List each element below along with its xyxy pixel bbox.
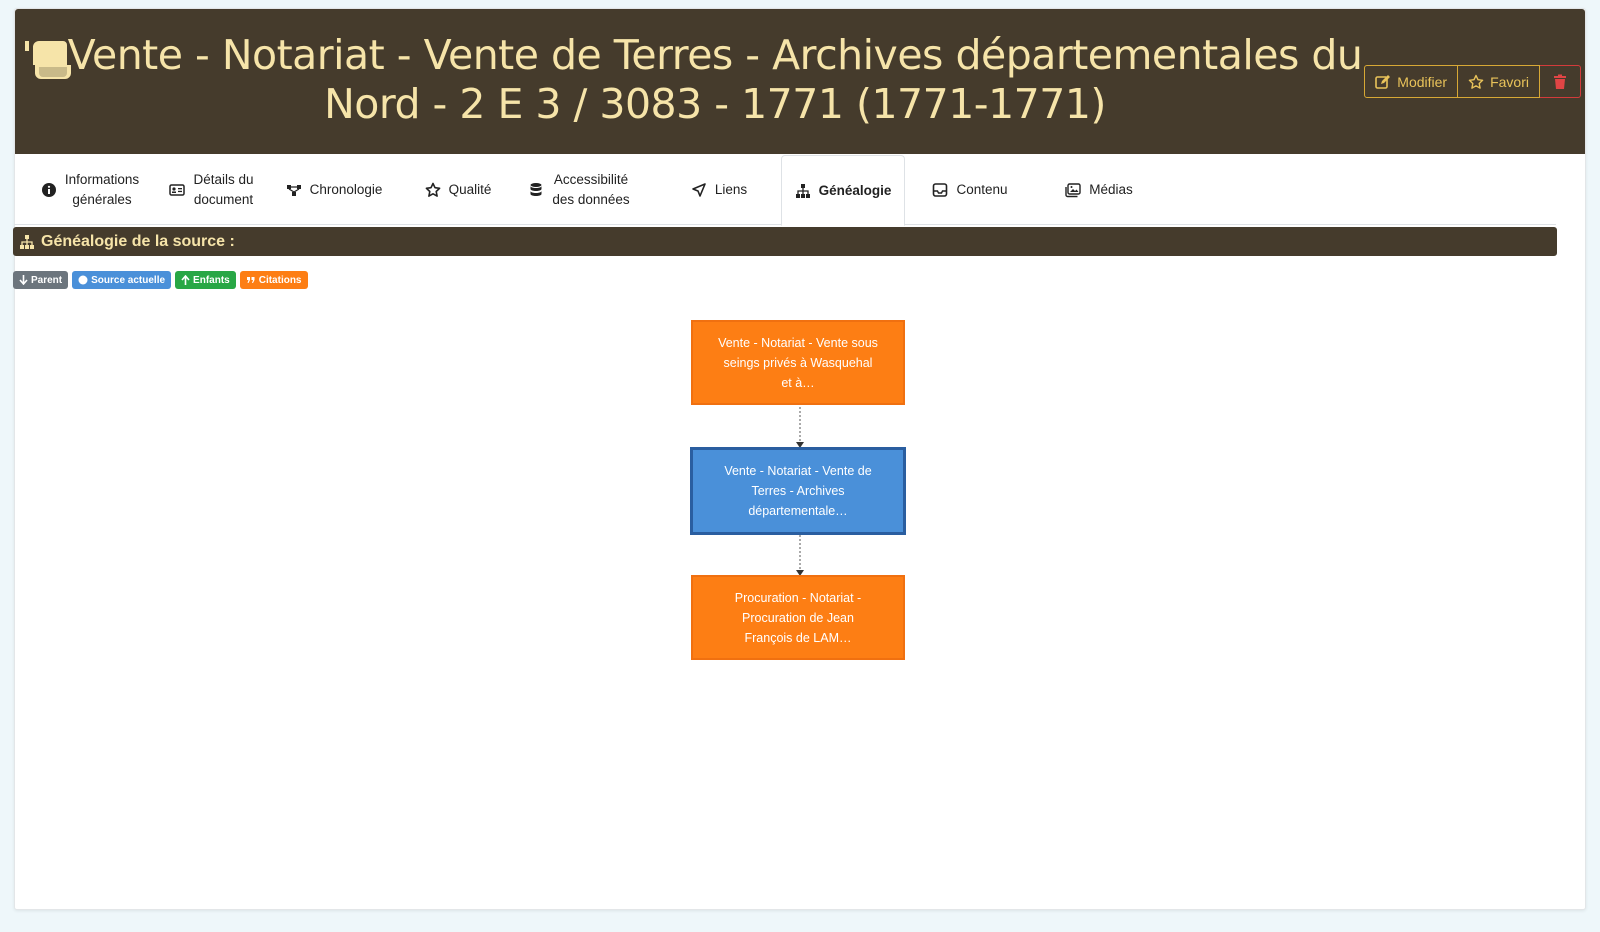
database-icon [530,183,542,196]
tab-label: Accessibilité des données [552,172,630,207]
legend-current-badge: Source actuelle [72,271,172,289]
arrow-up-icon [181,275,190,285]
tab-links[interactable]: Liens [664,155,774,225]
node-label: Procuration - Notariat - Procuration de … [734,590,862,645]
tab-chronology[interactable]: Chronologie [274,155,394,225]
trash-icon [1554,74,1566,89]
edit-button-label: Modifier [1397,73,1448,90]
circle-icon [78,275,88,285]
sitemap-icon [795,183,810,198]
legend-label: Citations [258,274,302,286]
section-title: Généalogie de la source : [41,232,235,250]
star-icon [425,182,441,197]
page-title: Vente - Notariat - Vente de Terres - Arc… [67,31,1363,128]
legend-label: Parent [31,274,63,286]
edit-icon [1375,74,1391,89]
timeline-icon [286,185,301,196]
header-actions: Modifier Favori [1364,65,1581,98]
location-arrow-icon [692,183,706,197]
star-icon [1468,74,1484,89]
edit-button[interactable]: Modifier [1364,65,1459,98]
id-card-icon [169,184,186,196]
quote-icon [246,277,255,283]
sitemap-icon [20,234,34,249]
tab-genealogy[interactable]: Généalogie [781,155,905,226]
tab-content[interactable]: Contenu [910,155,1030,225]
favorite-button[interactable]: Favori [1458,65,1540,98]
tab-quality[interactable]: Qualité [408,155,508,225]
tab-document-details[interactable]: Détails du document [154,155,269,225]
current-source-node[interactable]: Vente - Notariat - Vente de Terres - Arc… [690,447,906,535]
tab-label: Contenu [956,182,1008,197]
favorite-button-label: Favori [1490,73,1529,90]
tab-label: Liens [714,182,748,197]
parent-node[interactable]: Vente - Notariat - Vente sous seings pri… [691,320,905,405]
tab-bar: Informations générales Détails du docume… [14,155,1556,226]
info-circle-icon [41,183,56,197]
legend-label: Source actuelle [91,274,166,286]
legend-parent-badge: Parent [13,271,69,289]
child-node[interactable]: Procuration - Notariat - Procuration de … [691,575,905,660]
legend: Parent Source actuelle Enfants Citations [13,271,308,289]
legend-children-badge: Enfants [175,271,236,289]
tab-label: Généalogie [818,182,892,198]
legend-label: Enfants [193,274,230,286]
page-header: Vente - Notariat - Vente de Terres - Arc… [15,9,1585,154]
section-header: Généalogie de la source : [13,227,1557,256]
delete-button[interactable] [1540,65,1581,98]
tab-label: Chronologie [309,182,383,197]
legend-citations-badge: Citations [239,271,308,289]
tab-label: Détails du document [193,172,254,207]
node-label: Vente - Notariat - Vente de Terres - Arc… [724,464,872,518]
node-label: Vente - Notariat - Vente sous seings pri… [718,335,878,390]
tab-general-info[interactable]: Informations générales [30,155,150,225]
arrow-down-icon [19,275,28,285]
tab-label: Médias [1089,182,1133,197]
images-icon [1065,183,1081,198]
inbox-icon [933,183,948,197]
tab-data-accessibility[interactable]: Accessibilité des données [514,155,644,225]
tab-label: Qualité [448,182,492,197]
tab-media[interactable]: Médias [1044,155,1154,225]
tab-label: Informations générales [64,172,140,207]
